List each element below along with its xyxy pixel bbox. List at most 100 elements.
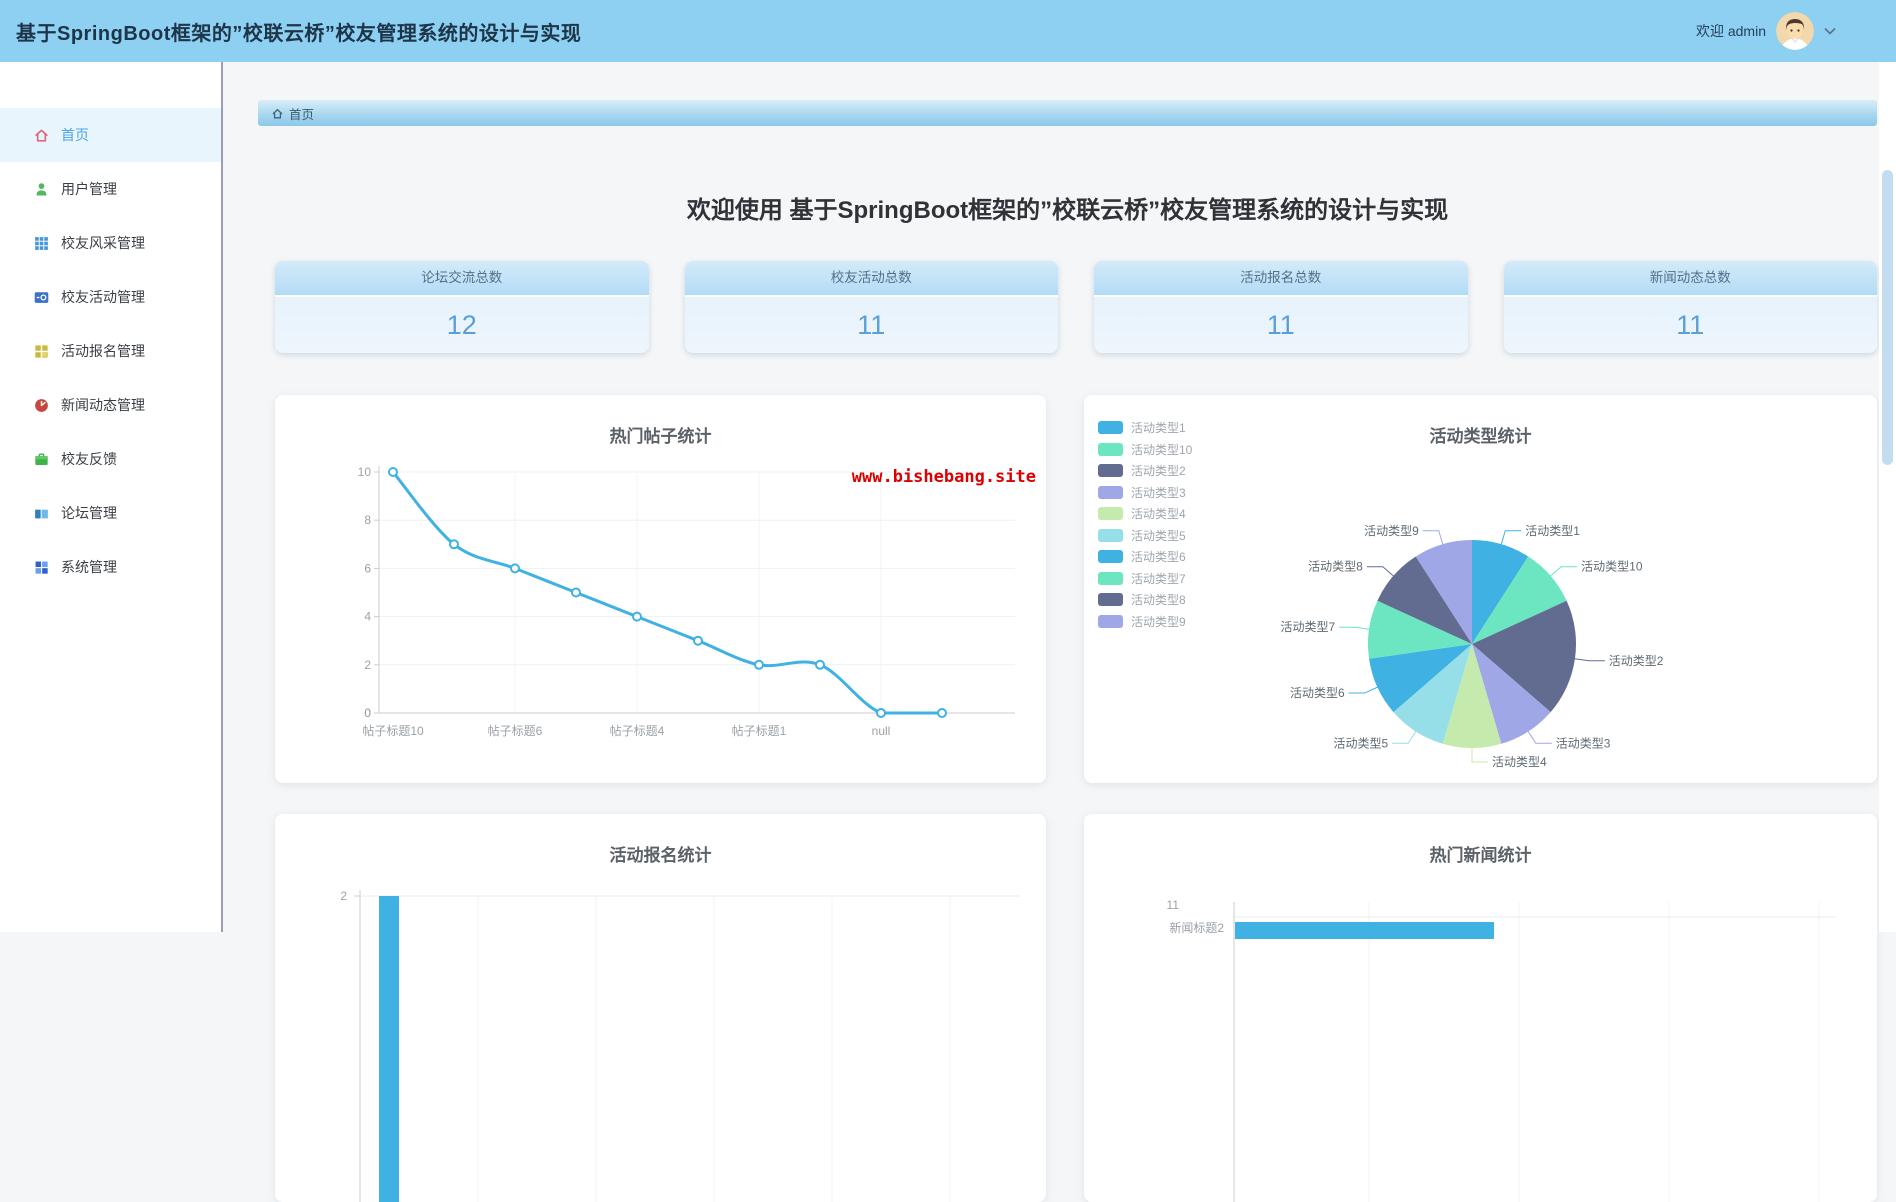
legend-swatch bbox=[1098, 421, 1123, 434]
sidebar: 首页用户管理校友风采管理校友活动管理活动报名管理新闻动态管理校友反馈论坛管理系统… bbox=[0, 62, 223, 932]
breadcrumb[interactable]: 首页 bbox=[258, 100, 1877, 126]
stats-row: 论坛交流总数12校友活动总数11活动报名总数11新闻动态总数11 bbox=[275, 261, 1877, 353]
legend-label: 活动类型6 bbox=[1131, 548, 1186, 565]
svg-text:帖子标题6: 帖子标题6 bbox=[488, 723, 543, 738]
briefcase-icon bbox=[33, 451, 50, 468]
legend-swatch bbox=[1098, 486, 1123, 499]
legend-label: 活动类型3 bbox=[1131, 484, 1186, 501]
svg-text:帖子标题10: 帖子标题10 bbox=[362, 723, 424, 738]
grid-icon bbox=[33, 235, 50, 252]
home-icon bbox=[271, 107, 284, 120]
legend-item[interactable]: 活动类型5 bbox=[1098, 529, 1192, 542]
stat-card-title: 新闻动态总数 bbox=[1504, 261, 1878, 297]
stat-card: 校友活动总数11 bbox=[685, 261, 1059, 353]
legend-label: 活动类型9 bbox=[1131, 613, 1186, 630]
page-title: 欢迎使用 基于SpringBoot框架的”校联云桥”校友管理系统的设计与实现 bbox=[258, 190, 1877, 225]
stat-card: 活动报名总数11 bbox=[1094, 261, 1468, 353]
legend-item[interactable]: 活动类型4 bbox=[1098, 507, 1192, 520]
legend-swatch bbox=[1098, 593, 1123, 606]
legend-item[interactable]: 活动类型9 bbox=[1098, 615, 1192, 628]
sidebar-item-label: 校友反馈 bbox=[61, 449, 117, 469]
legend-swatch bbox=[1098, 550, 1123, 563]
welcome-text: 欢迎 admin bbox=[1696, 21, 1766, 41]
pie-chart-svg: 活动类型1 活动类型10 活动类型2 活动类型3 活动类型4 活动类型5 活动类型6 活动类型… bbox=[1084, 395, 1858, 783]
legend-label: 活动类型2 bbox=[1131, 462, 1186, 479]
pie-legend: 活动类型1 活动类型10 活动类型2 活动类型3 活动类型4 活动类型5 活动类型6 活动类型… bbox=[1098, 421, 1192, 636]
hbar-chart-svg: 11新闻标题2 bbox=[1084, 814, 1858, 1202]
scrollbar-track[interactable] bbox=[1879, 62, 1896, 932]
svg-text:活动类型2: 活动类型2 bbox=[1609, 654, 1664, 668]
legend-item[interactable]: 活动类型3 bbox=[1098, 486, 1192, 499]
svg-text:10: 10 bbox=[358, 465, 372, 479]
legend-label: 活动类型10 bbox=[1131, 441, 1192, 458]
chart-title: 热门新闻统计 bbox=[1084, 814, 1877, 866]
sidebar-item-label: 论坛管理 bbox=[61, 503, 117, 523]
sidebar-item-briefcase[interactable]: 校友反馈 bbox=[0, 432, 221, 486]
chart-card-hot-posts: 热门帖子统计 www.bishebang.site 02468100帖子标题10… bbox=[275, 395, 1046, 783]
svg-text:活动类型6: 活动类型6 bbox=[1290, 686, 1345, 700]
stat-card: 论坛交流总数12 bbox=[275, 261, 649, 353]
sidebar-item-label: 用户管理 bbox=[61, 179, 117, 199]
svg-text:活动类型1: 活动类型1 bbox=[1525, 524, 1580, 538]
line-chart-svg: 02468100帖子标题10帖子标题6帖子标题4帖子标题1null bbox=[275, 395, 1046, 783]
sidebar-item-label: 活动报名管理 bbox=[61, 341, 145, 361]
scrollbar-thumb[interactable] bbox=[1882, 170, 1893, 465]
sidebar-item-home[interactable]: 首页 bbox=[0, 108, 221, 162]
legend-swatch bbox=[1098, 464, 1123, 477]
svg-text:活动类型10: 活动类型10 bbox=[1581, 560, 1643, 574]
chart-title: 活动报名统计 bbox=[275, 814, 1046, 866]
svg-text:null: null bbox=[872, 724, 891, 738]
sidebar-item-system[interactable]: 系统管理 bbox=[0, 540, 221, 594]
svg-text:8: 8 bbox=[364, 513, 371, 527]
stat-card: 新闻动态总数 11 bbox=[1504, 261, 1878, 353]
legend-label: 活动类型1 bbox=[1131, 419, 1186, 436]
home-icon bbox=[33, 127, 50, 144]
sidebar-item-calendar[interactable]: 活动报名管理 bbox=[0, 324, 221, 378]
sidebar-item-forum[interactable]: 论坛管理 bbox=[0, 486, 221, 540]
chart-card-hot-news: 热门新闻统计 11新闻标题2 bbox=[1084, 814, 1877, 1202]
legend-swatch bbox=[1098, 443, 1123, 456]
sidebar-item-user[interactable]: 用户管理 bbox=[0, 162, 221, 216]
app-header: 基于SpringBoot框架的”校联云桥”校友管理系统的设计与实现 欢迎 adm… bbox=[0, 0, 1896, 62]
legend-label: 活动类型7 bbox=[1131, 570, 1186, 587]
legend-label: 活动类型5 bbox=[1131, 527, 1186, 544]
legend-item[interactable]: 活动类型8 bbox=[1098, 593, 1192, 606]
chart-card-activity-types: 活动类型统计 活动类型1活动类型10活动类型2活动类型3活动类型4活动类型5活动… bbox=[1084, 395, 1877, 783]
sidebar-item-grid[interactable]: 校友风采管理 bbox=[0, 216, 221, 270]
stat-card-value: 11 bbox=[1267, 310, 1295, 341]
chart-card-signups: 活动报名统计 2 bbox=[275, 814, 1046, 1202]
legend-swatch bbox=[1098, 572, 1123, 585]
svg-text:2: 2 bbox=[340, 889, 347, 903]
svg-text:6: 6 bbox=[364, 561, 371, 575]
breadcrumb-label: 首页 bbox=[289, 104, 314, 123]
stat-card-title: 论坛交流总数 bbox=[275, 261, 649, 297]
svg-text:0: 0 bbox=[364, 706, 371, 720]
svg-text:活动类型8: 活动类型8 bbox=[1308, 560, 1363, 574]
sidebar-item-monitor[interactable]: 校友活动管理 bbox=[0, 270, 221, 324]
svg-text:活动类型4: 活动类型4 bbox=[1492, 755, 1547, 769]
svg-text:11: 11 bbox=[1167, 898, 1180, 912]
svg-text:活动类型9: 活动类型9 bbox=[1364, 524, 1419, 538]
sidebar-item-label: 新闻动态管理 bbox=[61, 395, 145, 415]
sidebar-item-clock[interactable]: 新闻动态管理 bbox=[0, 378, 221, 432]
stat-card-title: 校友活动总数 bbox=[685, 261, 1059, 297]
charts-row-top: 热门帖子统计 www.bishebang.site 02468100帖子标题10… bbox=[275, 395, 1877, 783]
legend-item[interactable]: 活动类型7 bbox=[1098, 572, 1192, 585]
legend-swatch bbox=[1098, 615, 1123, 628]
stat-card-value: 11 bbox=[1676, 310, 1704, 341]
legend-swatch bbox=[1098, 507, 1123, 520]
sidebar-item-label: 校友活动管理 bbox=[61, 287, 145, 307]
chevron-down-icon[interactable] bbox=[1824, 27, 1836, 35]
legend-item[interactable]: 活动类型10 bbox=[1098, 443, 1192, 456]
svg-text:2: 2 bbox=[364, 658, 371, 672]
avatar[interactable] bbox=[1776, 12, 1814, 50]
charts-row-bottom: 活动报名统计 2 热门新闻统计 11新闻标题2 bbox=[275, 814, 1877, 1202]
legend-item[interactable]: 活动类型2 bbox=[1098, 464, 1192, 477]
chart-title: 活动类型统计 bbox=[1084, 395, 1877, 447]
forum-icon bbox=[33, 505, 50, 522]
legend-label: 活动类型4 bbox=[1131, 505, 1186, 522]
chart-title: 热门帖子统计 bbox=[275, 395, 1046, 447]
watermark-text: www.bishebang.site bbox=[852, 467, 1036, 487]
legend-item[interactable]: 活动类型6 bbox=[1098, 550, 1192, 563]
legend-item[interactable]: 活动类型1 bbox=[1098, 421, 1192, 434]
